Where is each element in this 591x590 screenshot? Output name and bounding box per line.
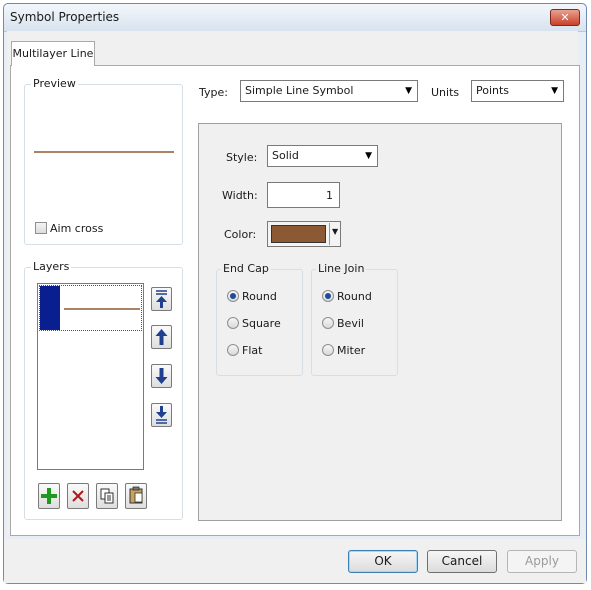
chevron-down-icon: ▼: [365, 151, 372, 161]
move-up-button[interactable]: [151, 325, 172, 349]
end-cap-round-label[interactable]: Round: [242, 290, 277, 303]
layer-selection-marker: [40, 286, 60, 330]
tab-multilayer-line[interactable]: Multilayer Line: [11, 41, 95, 66]
arrow-up-icon: [155, 329, 168, 345]
style-dropdown-value: Solid: [272, 149, 299, 162]
chevron-down-icon: ▼: [551, 86, 558, 96]
ok-button[interactable]: OK: [348, 550, 418, 573]
arrow-to-bottom-icon: [156, 406, 167, 424]
line-join-label: Line Join: [316, 262, 367, 275]
apply-button[interactable]: Apply: [507, 550, 577, 573]
type-label: Type:: [199, 86, 228, 99]
remove-layer-button[interactable]: [67, 483, 89, 509]
type-dropdown[interactable]: Simple Line Symbol ▼: [240, 80, 418, 102]
preview-line: [34, 151, 174, 153]
end-cap-flat-label[interactable]: Flat: [242, 344, 262, 357]
style-label: Style:: [226, 151, 258, 164]
move-to-top-button[interactable]: [151, 287, 172, 311]
layer-item[interactable]: [39, 285, 142, 331]
layers-group-label: Layers: [31, 260, 72, 273]
arrow-down-icon: [155, 368, 168, 384]
color-picker-divider: [329, 223, 330, 245]
line-join-miter-label[interactable]: Miter: [337, 344, 365, 357]
title-bar[interactable]: Symbol Properties ✕: [4, 4, 586, 32]
line-join-round-label[interactable]: Round: [337, 290, 372, 303]
end-cap-flat-radio[interactable]: [227, 344, 239, 356]
cancel-button[interactable]: Cancel: [427, 550, 497, 573]
aim-cross-label[interactable]: Aim cross: [50, 222, 103, 235]
width-input[interactable]: 1: [267, 182, 340, 208]
aim-cross-checkbox[interactable]: [35, 222, 47, 234]
units-dropdown-value: Points: [476, 84, 510, 97]
copy-icon: [100, 488, 114, 504]
close-button[interactable]: ✕: [550, 9, 580, 26]
units-label: Units: [431, 86, 460, 99]
close-icon: ✕: [560, 11, 570, 24]
paste-layer-button[interactable]: [125, 483, 147, 509]
chevron-down-icon: ▼: [405, 86, 412, 96]
end-cap-label: End Cap: [221, 262, 271, 275]
dialog-footer: [4, 539, 586, 583]
end-cap-square-radio[interactable]: [227, 317, 239, 329]
style-dropdown[interactable]: Solid ▼: [267, 145, 378, 167]
type-dropdown-value: Simple Line Symbol: [245, 84, 354, 97]
window-title: Symbol Properties: [10, 10, 120, 24]
line-join-bevil-label[interactable]: Bevil: [337, 317, 364, 330]
layer-list[interactable]: [37, 283, 144, 470]
add-layer-button[interactable]: [38, 483, 60, 509]
units-dropdown[interactable]: Points ▼: [471, 80, 564, 102]
move-down-button[interactable]: [151, 364, 172, 388]
arrow-to-top-icon: [156, 290, 167, 308]
end-cap-round-radio[interactable]: [227, 290, 239, 302]
paste-icon: [129, 486, 143, 504]
preview-group: [24, 84, 183, 245]
move-to-bottom-button[interactable]: [151, 403, 172, 427]
delete-x-icon: [72, 490, 84, 502]
end-cap-square-label[interactable]: Square: [242, 317, 281, 330]
line-join-bevil-radio[interactable]: [322, 317, 334, 329]
color-swatch: [271, 225, 326, 243]
line-join-miter-radio[interactable]: [322, 344, 334, 356]
line-join-round-radio[interactable]: [322, 290, 334, 302]
copy-layer-button[interactable]: [96, 483, 118, 509]
color-picker-button[interactable]: ▼: [267, 221, 341, 247]
chevron-down-icon: ▼: [332, 227, 339, 236]
plus-icon: [41, 488, 57, 504]
width-label: Width:: [222, 189, 258, 202]
layer-line-preview: [64, 308, 140, 310]
preview-group-label: Preview: [31, 77, 78, 90]
color-label: Color:: [224, 228, 257, 241]
